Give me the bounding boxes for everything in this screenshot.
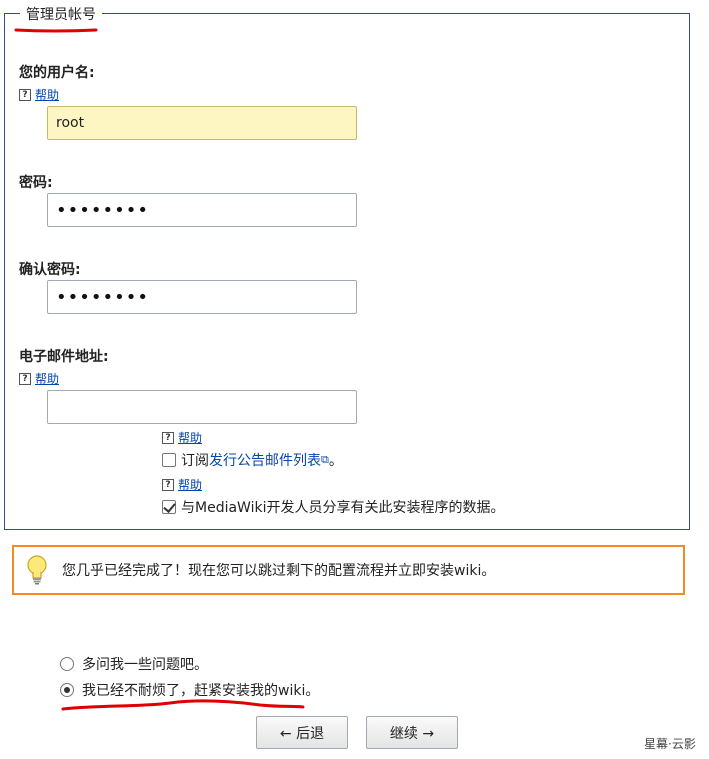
share-label: 与MediaWiki开发人员分享有关此安装程序的数据。: [181, 500, 505, 516]
radio-skip[interactable]: [60, 683, 74, 697]
help-icon: ?: [162, 431, 174, 444]
username-value: root: [56, 115, 85, 131]
subscribe-help[interactable]: ? 帮助: [162, 429, 202, 446]
subscribe-row: 订阅 发行公告邮件列表 ⧉ 。: [162, 450, 343, 470]
email-label: 电子邮件地址:: [19, 349, 109, 365]
option-red-underline: [61, 699, 305, 711]
notice-text: 您几乎已经完成了！现在您可以跳过剩下的配置流程并立即安装wiki。: [62, 563, 496, 579]
username-label: 您的用户名:: [19, 65, 95, 81]
share-help-link[interactable]: 帮助: [178, 476, 202, 493]
confirm-password-value: ••••••••: [56, 286, 149, 308]
email-help[interactable]: ? 帮助: [19, 370, 59, 387]
share-checkbox[interactable]: [162, 500, 176, 514]
admin-account-fieldset: [4, 13, 690, 530]
option-ask-more[interactable]: 多问我一些问题吧。: [60, 654, 208, 674]
confirm-password-label: 确认密码:: [19, 262, 81, 278]
notice-box: 您几乎已经完成了！现在您可以跳过剩下的配置流程并立即安装wiki。: [12, 545, 685, 595]
continue-button[interactable]: 继续 →: [366, 716, 458, 749]
subscribe-checkbox[interactable]: [162, 453, 176, 467]
help-icon: ?: [19, 372, 31, 385]
mailing-list-link[interactable]: 发行公告邮件列表: [209, 450, 321, 470]
external-link-icon: ⧉: [321, 453, 329, 466]
share-row: 与MediaWiki开发人员分享有关此安装程序的数据。: [162, 497, 504, 517]
legend-red-underline: [14, 28, 98, 33]
username-input[interactable]: root: [47, 106, 357, 140]
back-button[interactable]: ← 后退: [256, 716, 348, 749]
radio-ask-more[interactable]: [60, 657, 74, 671]
subscribe-help-link[interactable]: 帮助: [178, 429, 202, 446]
help-icon: ?: [162, 478, 174, 491]
password-value: ••••••••: [56, 199, 149, 221]
password-label: 密码:: [19, 175, 53, 191]
subscribe-suffix: 。: [328, 453, 343, 469]
help-icon: ?: [19, 88, 31, 101]
subscribe-prefix: 订阅: [181, 453, 209, 469]
password-input[interactable]: ••••••••: [47, 193, 357, 227]
fieldset-legend: 管理员帐号: [20, 4, 102, 24]
watermark: 星幕·云影: [644, 737, 696, 751]
username-help[interactable]: ? 帮助: [19, 86, 59, 103]
share-help[interactable]: ? 帮助: [162, 476, 202, 493]
option-ask-more-label: 多问我一些问题吧。: [82, 657, 208, 673]
email-help-link[interactable]: 帮助: [35, 370, 59, 387]
email-input[interactable]: [47, 390, 357, 424]
username-help-link[interactable]: 帮助: [35, 86, 59, 103]
confirm-password-input[interactable]: ••••••••: [47, 280, 357, 314]
lightbulb-icon: [27, 555, 47, 585]
